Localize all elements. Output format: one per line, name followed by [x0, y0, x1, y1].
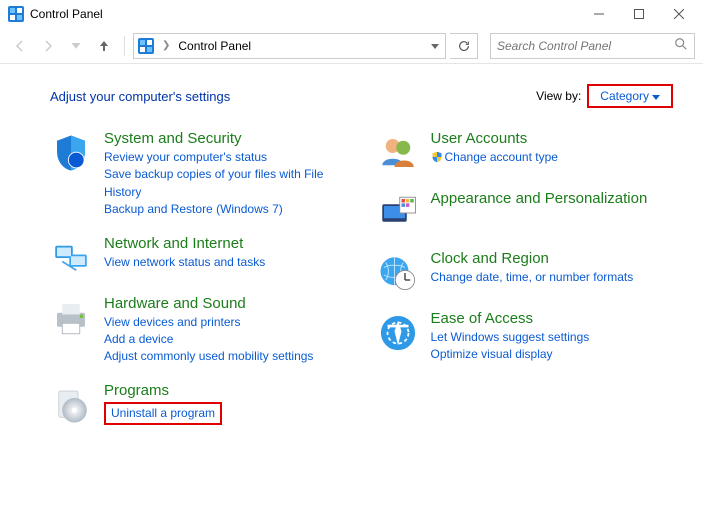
address-dropdown-button[interactable]	[431, 39, 439, 53]
uac-shield-icon	[431, 151, 443, 163]
category-title[interactable]: Clock and Region	[431, 250, 674, 267]
nav-toolbar: ❯ Control Panel	[0, 28, 703, 64]
window-title: Control Panel	[30, 7, 103, 21]
breadcrumb-icon	[138, 38, 154, 54]
category-link[interactable]: Adjust commonly used mobility settings	[104, 348, 347, 365]
category-system-security: System and Security Review your computer…	[50, 130, 347, 219]
address-bar[interactable]: ❯ Control Panel	[133, 33, 446, 59]
separator	[124, 36, 125, 56]
search-input[interactable]	[497, 39, 688, 53]
viewby-dropdown[interactable]: Category	[594, 87, 666, 105]
recent-menu-button[interactable]	[64, 34, 88, 58]
category-link[interactable]: Change account type	[431, 149, 674, 166]
category-ease: Ease of Access Let Windows suggest setti…	[377, 310, 674, 364]
category-link[interactable]: Add a device	[104, 331, 347, 348]
close-button[interactable]	[659, 0, 699, 28]
category-link[interactable]: Change date, time, or number formats	[431, 269, 674, 286]
search-box[interactable]	[490, 33, 695, 59]
forward-button[interactable]	[36, 34, 60, 58]
maximize-button[interactable]	[619, 0, 659, 28]
people-icon	[377, 132, 419, 174]
highlight-viewby: Category	[587, 84, 673, 108]
heading-row: Adjust your computer's settings View by:…	[50, 84, 673, 108]
category-link[interactable]: Review your computer's status	[104, 149, 347, 166]
category-link[interactable]: Let Windows suggest settings	[431, 329, 674, 346]
left-column: System and Security Review your computer…	[50, 130, 347, 442]
category-title[interactable]: Appearance and Personalization	[431, 190, 674, 207]
category-link[interactable]: View network status and tasks	[104, 254, 347, 271]
category-users: User Accounts Change account type	[377, 130, 674, 174]
category-title[interactable]: Ease of Access	[431, 310, 674, 327]
category-link-uninstall[interactable]: Uninstall a program	[111, 405, 215, 422]
category-title[interactable]: User Accounts	[431, 130, 674, 147]
back-button[interactable]	[8, 34, 32, 58]
network-icon	[50, 237, 92, 279]
right-column: User Accounts Change account type Appear…	[377, 130, 674, 442]
viewby-value: Category	[600, 89, 649, 103]
viewby-label: View by:	[536, 89, 581, 103]
category-hardware: Hardware and Sound View devices and prin…	[50, 295, 347, 366]
refresh-button[interactable]	[450, 33, 478, 59]
category-title[interactable]: Network and Internet	[104, 235, 347, 252]
category-programs: Programs Uninstall a program	[50, 382, 347, 426]
control-panel-icon	[8, 6, 24, 22]
printer-icon	[50, 297, 92, 339]
category-link[interactable]: Optimize visual display	[431, 346, 674, 363]
category-link[interactable]: View devices and printers	[104, 314, 347, 331]
window-titlebar: Control Panel	[0, 0, 703, 28]
category-appearance: Appearance and Personalization	[377, 190, 674, 234]
chevron-right-icon[interactable]: ❯	[162, 40, 170, 51]
search-icon[interactable]	[674, 37, 688, 54]
ease-of-access-icon	[377, 312, 419, 354]
category-link[interactable]: Save backup copies of your files with Fi…	[104, 166, 347, 201]
clock-globe-icon	[377, 252, 419, 294]
page-heading: Adjust your computer's settings	[50, 89, 230, 104]
category-link[interactable]: Backup and Restore (Windows 7)	[104, 201, 347, 218]
category-network: Network and Internet View network status…	[50, 235, 347, 279]
shield-icon	[50, 132, 92, 174]
category-clock: Clock and Region Change date, time, or n…	[377, 250, 674, 294]
highlight-uninstall: Uninstall a program	[104, 402, 222, 425]
chevron-down-icon	[652, 95, 660, 100]
breadcrumb-item[interactable]: Control Panel	[178, 39, 251, 53]
category-title[interactable]: Programs	[104, 382, 347, 399]
monitor-swatch-icon	[377, 192, 419, 234]
disc-icon	[50, 384, 92, 426]
content-area: Adjust your computer's settings View by:…	[0, 64, 703, 462]
category-title[interactable]: Hardware and Sound	[104, 295, 347, 312]
category-title[interactable]: System and Security	[104, 130, 347, 147]
up-button[interactable]	[92, 34, 116, 58]
minimize-button[interactable]	[579, 0, 619, 28]
